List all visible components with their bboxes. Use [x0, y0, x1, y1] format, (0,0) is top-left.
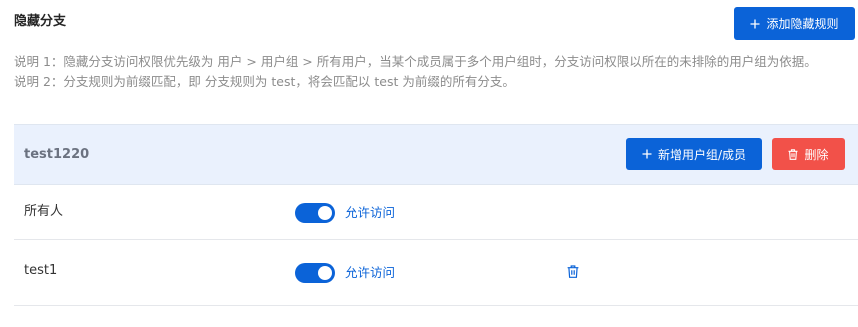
access-toggle-group: 允许访问 [295, 263, 395, 283]
access-toggle-group: 允许访问 [295, 203, 395, 223]
description: 说明 1：隐藏分支访问权限优先级为 用户 > 用户组 > 所有用户，当某个成员属… [14, 52, 846, 92]
delete-member-button[interactable] [566, 264, 580, 280]
add-hidden-rule-button[interactable]: 添加隐藏规则 [734, 7, 855, 40]
toggle-knob [318, 206, 332, 220]
page-title: 隐藏分支 [14, 14, 67, 29]
plus-icon [750, 19, 760, 29]
access-toggle[interactable] [295, 203, 335, 223]
trash-icon [788, 148, 798, 160]
hidden-branch-page: 隐藏分支 添加隐藏规则 说明 1：隐藏分支访问权限优先级为 用户 > 用户组 >… [0, 0, 858, 327]
rule-group-header: test1220 新增用户组/成员 删除 [14, 124, 858, 185]
description-line-1: 说明 1：隐藏分支访问权限优先级为 用户 > 用户组 > 所有用户，当某个成员属… [14, 54, 817, 69]
member-name: test1 [24, 263, 58, 278]
page-header: 隐藏分支 添加隐藏规则 [0, 0, 858, 46]
add-member-label: 新增用户组/成员 [657, 147, 747, 162]
rule-name: test1220 [24, 147, 90, 162]
member-row: 所有人 允许访问 [14, 185, 858, 240]
access-toggle[interactable] [295, 263, 335, 283]
trash-icon [567, 263, 579, 282]
delete-rule-label: 删除 [804, 147, 829, 162]
add-hidden-rule-label: 添加隐藏规则 [766, 17, 839, 31]
description-line-2: 说明 2：分支规则为前缀匹配，即 分支规则为 test，将会匹配以 test 为… [14, 74, 515, 89]
member-name: 所有人 [24, 204, 64, 219]
access-label: 允许访问 [345, 265, 396, 280]
member-row: test1 允许访问 [14, 240, 858, 306]
delete-rule-button[interactable]: 删除 [772, 138, 845, 170]
plus-icon [642, 149, 652, 159]
add-member-button[interactable]: 新增用户组/成员 [626, 138, 762, 170]
access-label: 允许访问 [345, 205, 396, 220]
toggle-knob [318, 266, 332, 280]
